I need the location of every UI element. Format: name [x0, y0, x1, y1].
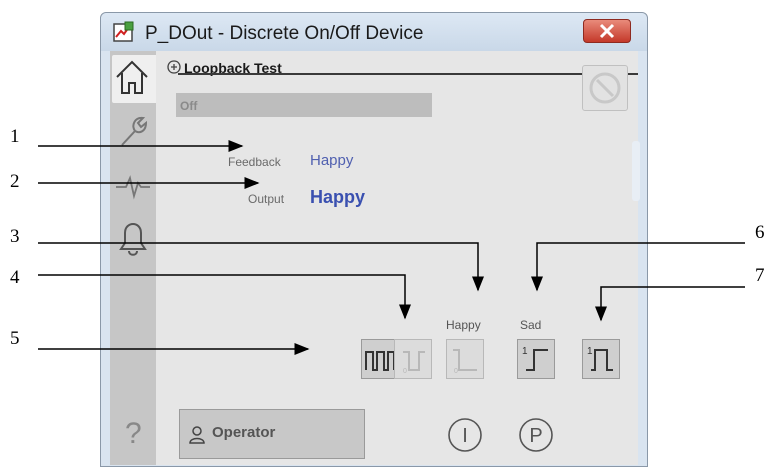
callout-arrows [38, 140, 745, 355]
callout-arrow-6 [531, 242, 745, 292]
callout-arrow-4 [38, 274, 411, 320]
callout-arrow-3 [38, 242, 484, 292]
callout-arrow-7 [595, 286, 745, 322]
